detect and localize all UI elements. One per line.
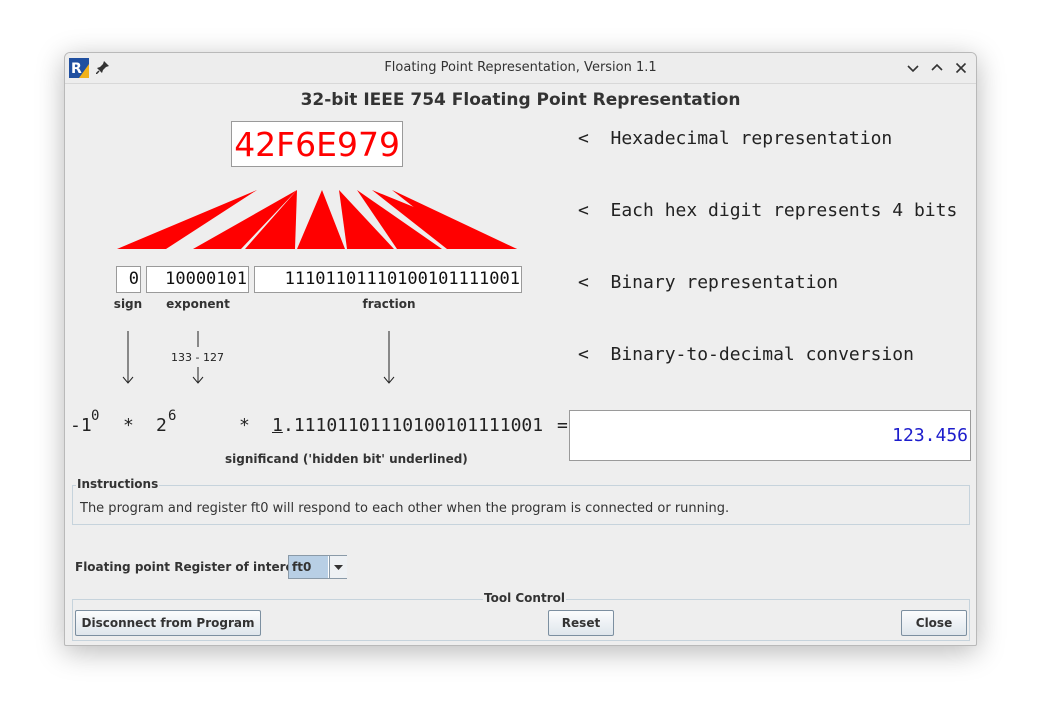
equals-sign: =	[557, 415, 568, 436]
register-dropdown-button[interactable]	[329, 556, 347, 578]
register-selected-value[interactable]: ft0	[289, 556, 328, 578]
register-label: Floating point Register of interest:	[75, 560, 312, 574]
tool-control-title: Tool Control	[483, 591, 566, 605]
disconnect-button[interactable]: Disconnect from Program	[75, 610, 261, 636]
hex-digit-fan-graphic	[117, 190, 517, 249]
reset-button[interactable]: Reset	[548, 610, 614, 636]
sign-bit-field[interactable]: 0	[116, 266, 141, 293]
title-bar: R Floating Point Representation, Version…	[65, 53, 976, 84]
minimize-icon[interactable]	[905, 60, 921, 76]
chevron-down-icon	[334, 565, 343, 570]
conversion-arrows	[122, 331, 395, 384]
instructions-text: The program and register ft0 will respon…	[80, 501, 730, 516]
significand-caption: significand ('hidden bit' underlined)	[225, 452, 468, 466]
maximize-icon[interactable]	[929, 60, 945, 76]
instructions-title: Instructions	[76, 477, 160, 491]
floating-point-tool-window: R Floating Point Representation, Version…	[64, 52, 977, 646]
significand-fraction: .11101101110100101111001	[283, 415, 544, 436]
exponent-label: exponent	[166, 297, 230, 311]
power-base-two: 2	[156, 415, 167, 436]
fraction-bits-field[interactable]: 11101101110100101111001	[254, 266, 522, 293]
decimal-value-field[interactable]: 123.456	[569, 410, 971, 461]
hidden-bit: 1	[272, 415, 283, 436]
multiply-sign-2: *	[239, 415, 250, 436]
exponent-bias-calc: 133 - 127	[171, 351, 224, 364]
multiply-sign-1: *	[123, 415, 134, 436]
register-select[interactable]: ft0	[288, 555, 347, 579]
conversion-row-label: < Binary-to-decimal conversion	[578, 344, 914, 365]
panel-heading: 32-bit IEEE 754 Floating Point Represent…	[300, 90, 741, 110]
hex-value-field[interactable]: 42F6E979	[231, 121, 403, 167]
fraction-label: fraction	[362, 297, 416, 311]
sign-exponent: 0	[91, 408, 100, 424]
window-title: Floating Point Representation, Version 1…	[384, 60, 657, 75]
sign-base: -1	[70, 415, 92, 436]
hex-row-label: < Hexadecimal representation	[578, 128, 893, 149]
sign-label: sign	[113, 297, 143, 311]
close-icon[interactable]	[953, 60, 969, 76]
hex-digits-row-label: < Each hex digit represents 4 bits	[578, 200, 958, 221]
exponent-bits-field[interactable]: 10000101	[146, 266, 249, 293]
power-exponent: 6	[168, 408, 177, 424]
binary-row-label: < Binary representation	[578, 272, 839, 293]
close-button[interactable]: Close	[901, 610, 967, 636]
